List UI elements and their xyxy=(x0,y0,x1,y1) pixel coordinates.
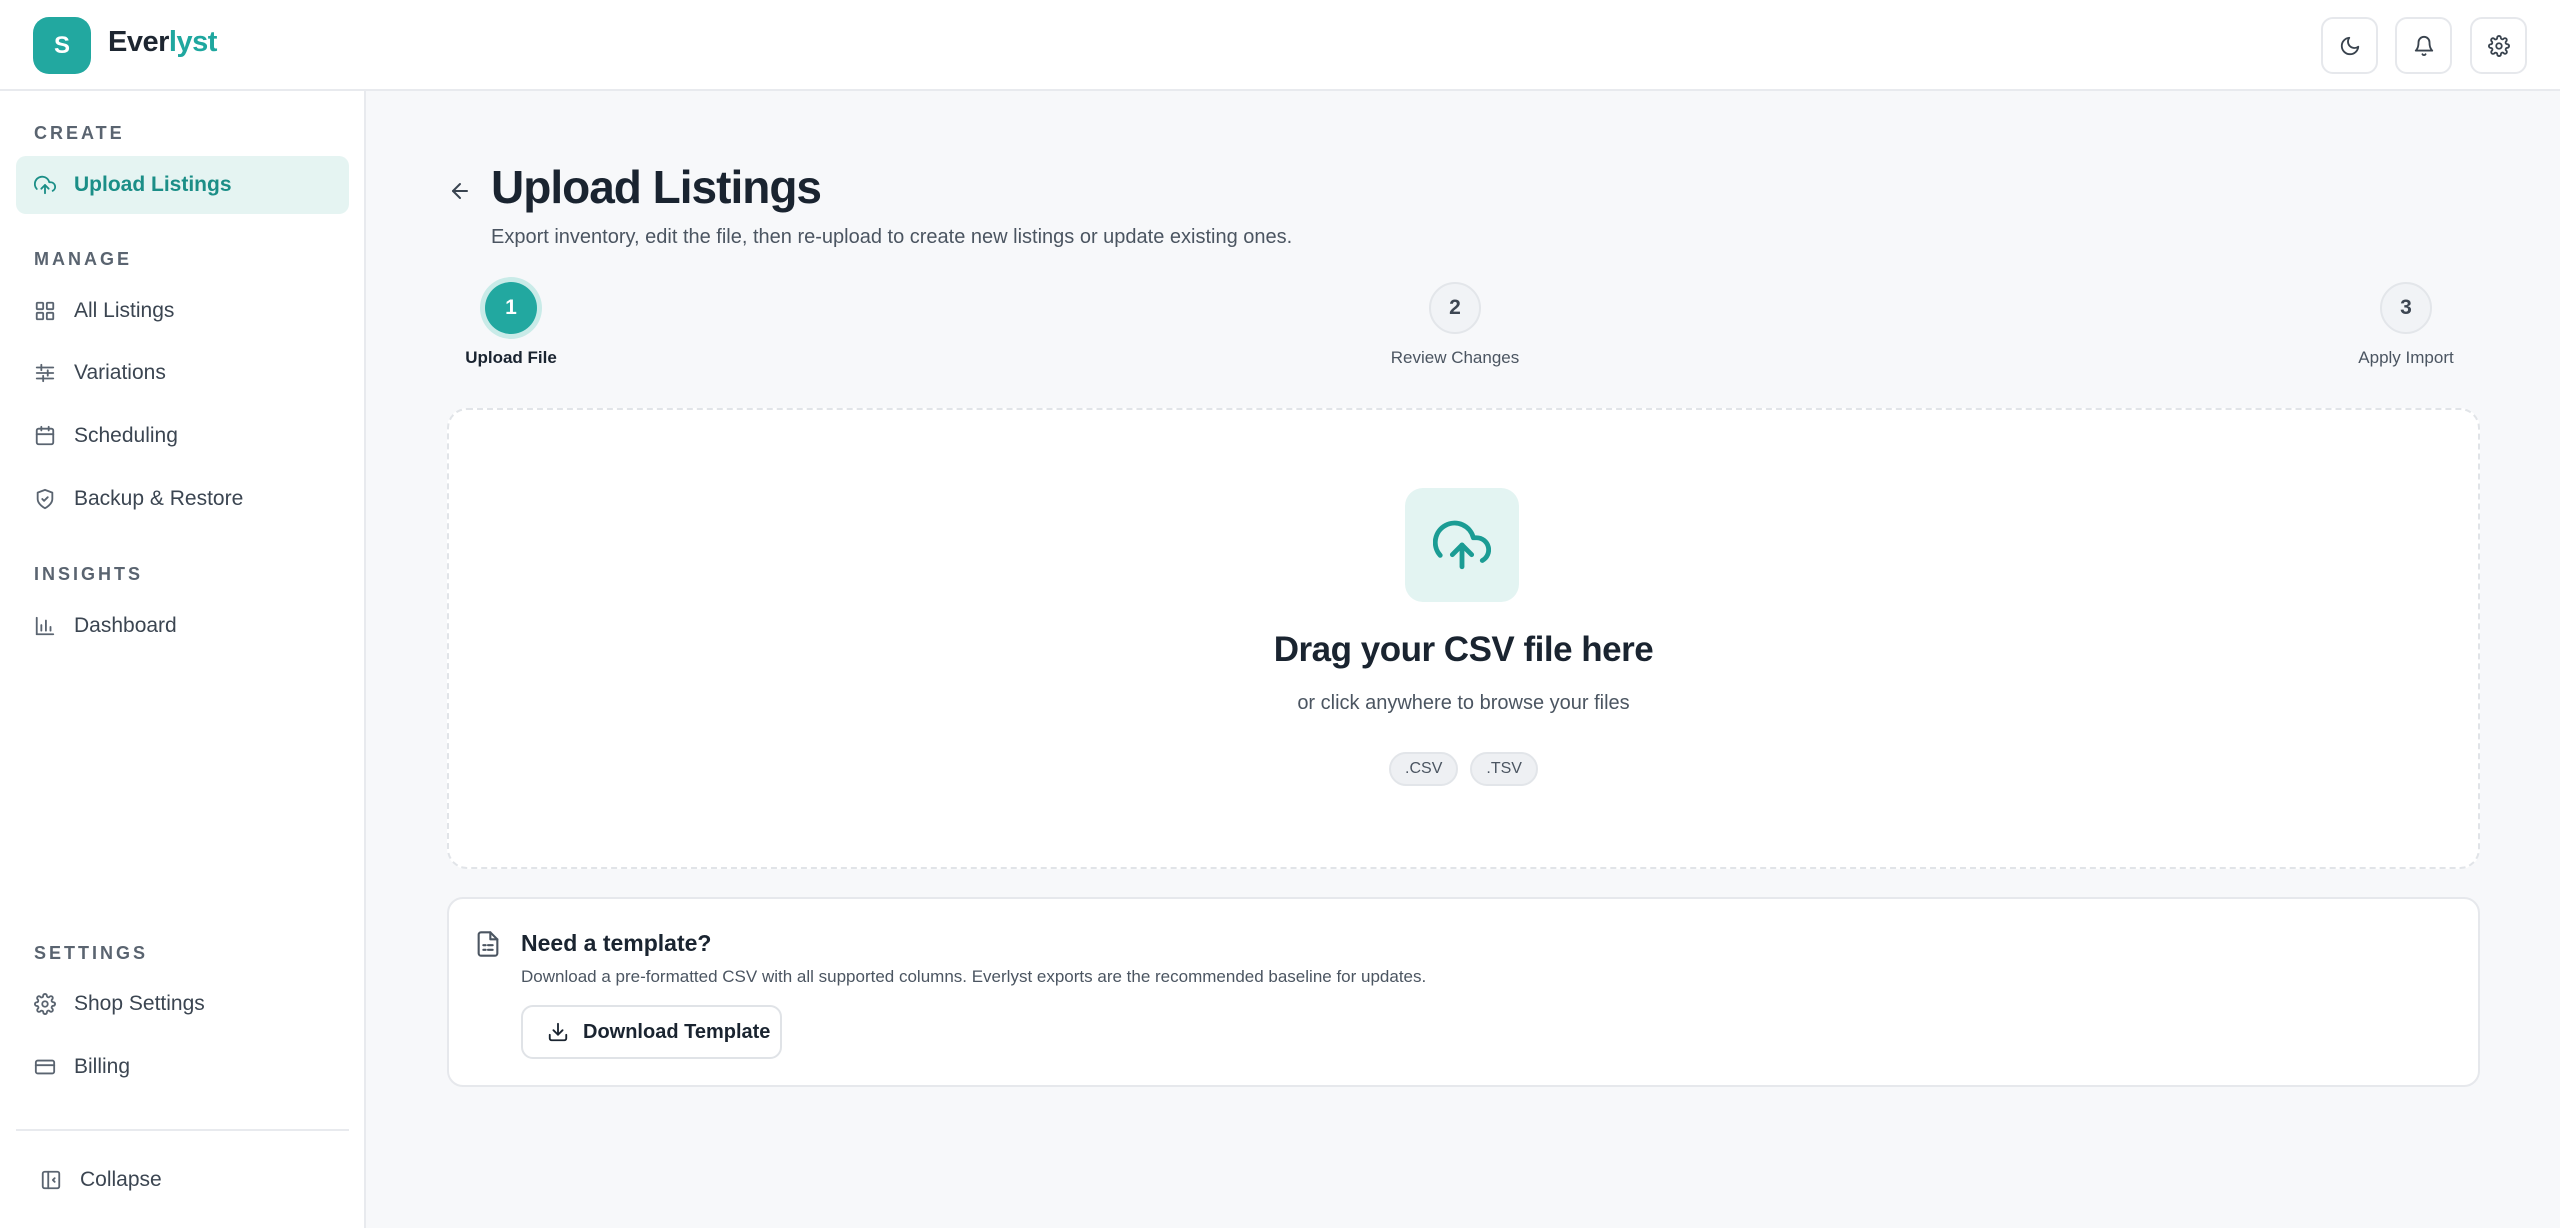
sidebar-item-label: Shop Settings xyxy=(74,992,205,1015)
shop-avatar[interactable]: S xyxy=(33,17,91,74)
step-label: Upload File xyxy=(465,348,557,367)
format-chips: .CSV .TSV xyxy=(447,752,2480,786)
section-title-create: CREATE xyxy=(34,123,125,143)
sidebar-item-dashboard[interactable]: Dashboard xyxy=(16,597,349,655)
sidebar: CREATE Upload Listings MANAGE All Listin… xyxy=(0,91,366,1228)
page-title: Upload Listings xyxy=(491,161,822,213)
cloud-upload-icon xyxy=(34,174,56,196)
sidebar-item-label: Upload Listings xyxy=(74,173,232,196)
shield-icon xyxy=(34,488,56,510)
step-upload-file: 1 Upload File xyxy=(460,282,562,368)
cloud-upload-icon xyxy=(1433,516,1491,574)
sidebar-item-upload-listings[interactable]: Upload Listings xyxy=(16,156,349,214)
sidebar-item-variations[interactable]: Variations xyxy=(16,344,349,402)
gear-icon xyxy=(2487,34,2510,57)
collapse-label: Collapse xyxy=(80,1168,162,1191)
step-review-changes: 2 Review Changes xyxy=(1375,282,1535,368)
gear-icon xyxy=(34,993,56,1015)
credit-card-icon xyxy=(34,1056,56,1078)
template-title: Need a template? xyxy=(521,930,712,956)
step-label: Review Changes xyxy=(1390,348,1520,367)
sidebar-item-label: Variations xyxy=(74,361,166,384)
avatar-letter: S xyxy=(53,31,70,59)
sidebar-item-billing[interactable]: Billing xyxy=(16,1038,349,1096)
grid-icon xyxy=(34,300,56,322)
download-template-button[interactable]: Download Template xyxy=(521,1005,782,1059)
sliders-icon xyxy=(34,362,56,384)
template-description: Download a pre-formatted CSV with all su… xyxy=(521,967,1427,986)
page-subtitle: Export inventory, edit the file, then re… xyxy=(491,226,1293,248)
download-template-label: Download Template xyxy=(583,1020,771,1043)
sidebar-item-label: All Listings xyxy=(74,299,175,322)
step-label: Apply Import xyxy=(2358,348,2454,367)
back-button[interactable] xyxy=(445,176,475,206)
download-icon xyxy=(547,1021,569,1043)
brand-logo[interactable]: Everlyst xyxy=(108,26,217,59)
format-chip-tsv: .TSV xyxy=(1470,752,1538,786)
dropzone-subtitle: or click anywhere to browse your files xyxy=(1297,692,1630,714)
section-title-manage: MANAGE xyxy=(34,249,132,269)
step-number: 3 xyxy=(2380,282,2432,334)
sidebar-item-scheduling[interactable]: Scheduling xyxy=(16,407,349,465)
section-title-insights: INSIGHTS xyxy=(34,564,144,584)
arrow-left-icon xyxy=(448,179,472,203)
dropzone-title: Drag your CSV file here xyxy=(1273,630,1654,669)
bell-icon xyxy=(2413,35,2435,57)
step-apply-import: 3 Apply Import xyxy=(2346,282,2466,368)
sidebar-item-shop-settings[interactable]: Shop Settings xyxy=(16,975,349,1033)
notifications-button[interactable] xyxy=(2395,17,2452,74)
calendar-icon xyxy=(34,425,56,447)
theme-toggle-button[interactable] xyxy=(2321,17,2378,74)
sidebar-item-label: Dashboard xyxy=(74,614,177,637)
upload-tile xyxy=(1405,488,1519,602)
file-text-icon xyxy=(474,930,502,958)
settings-button[interactable] xyxy=(2470,17,2527,74)
brand-prefix: Ever xyxy=(108,26,169,58)
sidebar-item-label: Billing xyxy=(74,1055,131,1078)
moon-icon xyxy=(2339,35,2361,57)
brand-accent: lyst xyxy=(168,26,217,58)
step-number: 1 xyxy=(485,282,537,334)
sidebar-item-label: Scheduling xyxy=(74,424,178,447)
sidebar-divider xyxy=(16,1129,349,1131)
sidebar-item-label: Backup & Restore xyxy=(74,487,244,510)
top-bar: S Everlyst xyxy=(0,0,2560,91)
sidebar-collapse-icon xyxy=(40,1169,62,1191)
collapse-sidebar-button[interactable]: Collapse xyxy=(16,1151,349,1209)
bar-chart-icon xyxy=(34,615,56,637)
sidebar-item-backup-restore[interactable]: Backup & Restore xyxy=(16,470,349,528)
step-number: 2 xyxy=(1429,282,1481,334)
section-title-settings: SETTINGS xyxy=(34,943,149,963)
sidebar-item-all-listings[interactable]: All Listings xyxy=(16,282,349,340)
format-chip-csv: .CSV xyxy=(1389,752,1459,786)
